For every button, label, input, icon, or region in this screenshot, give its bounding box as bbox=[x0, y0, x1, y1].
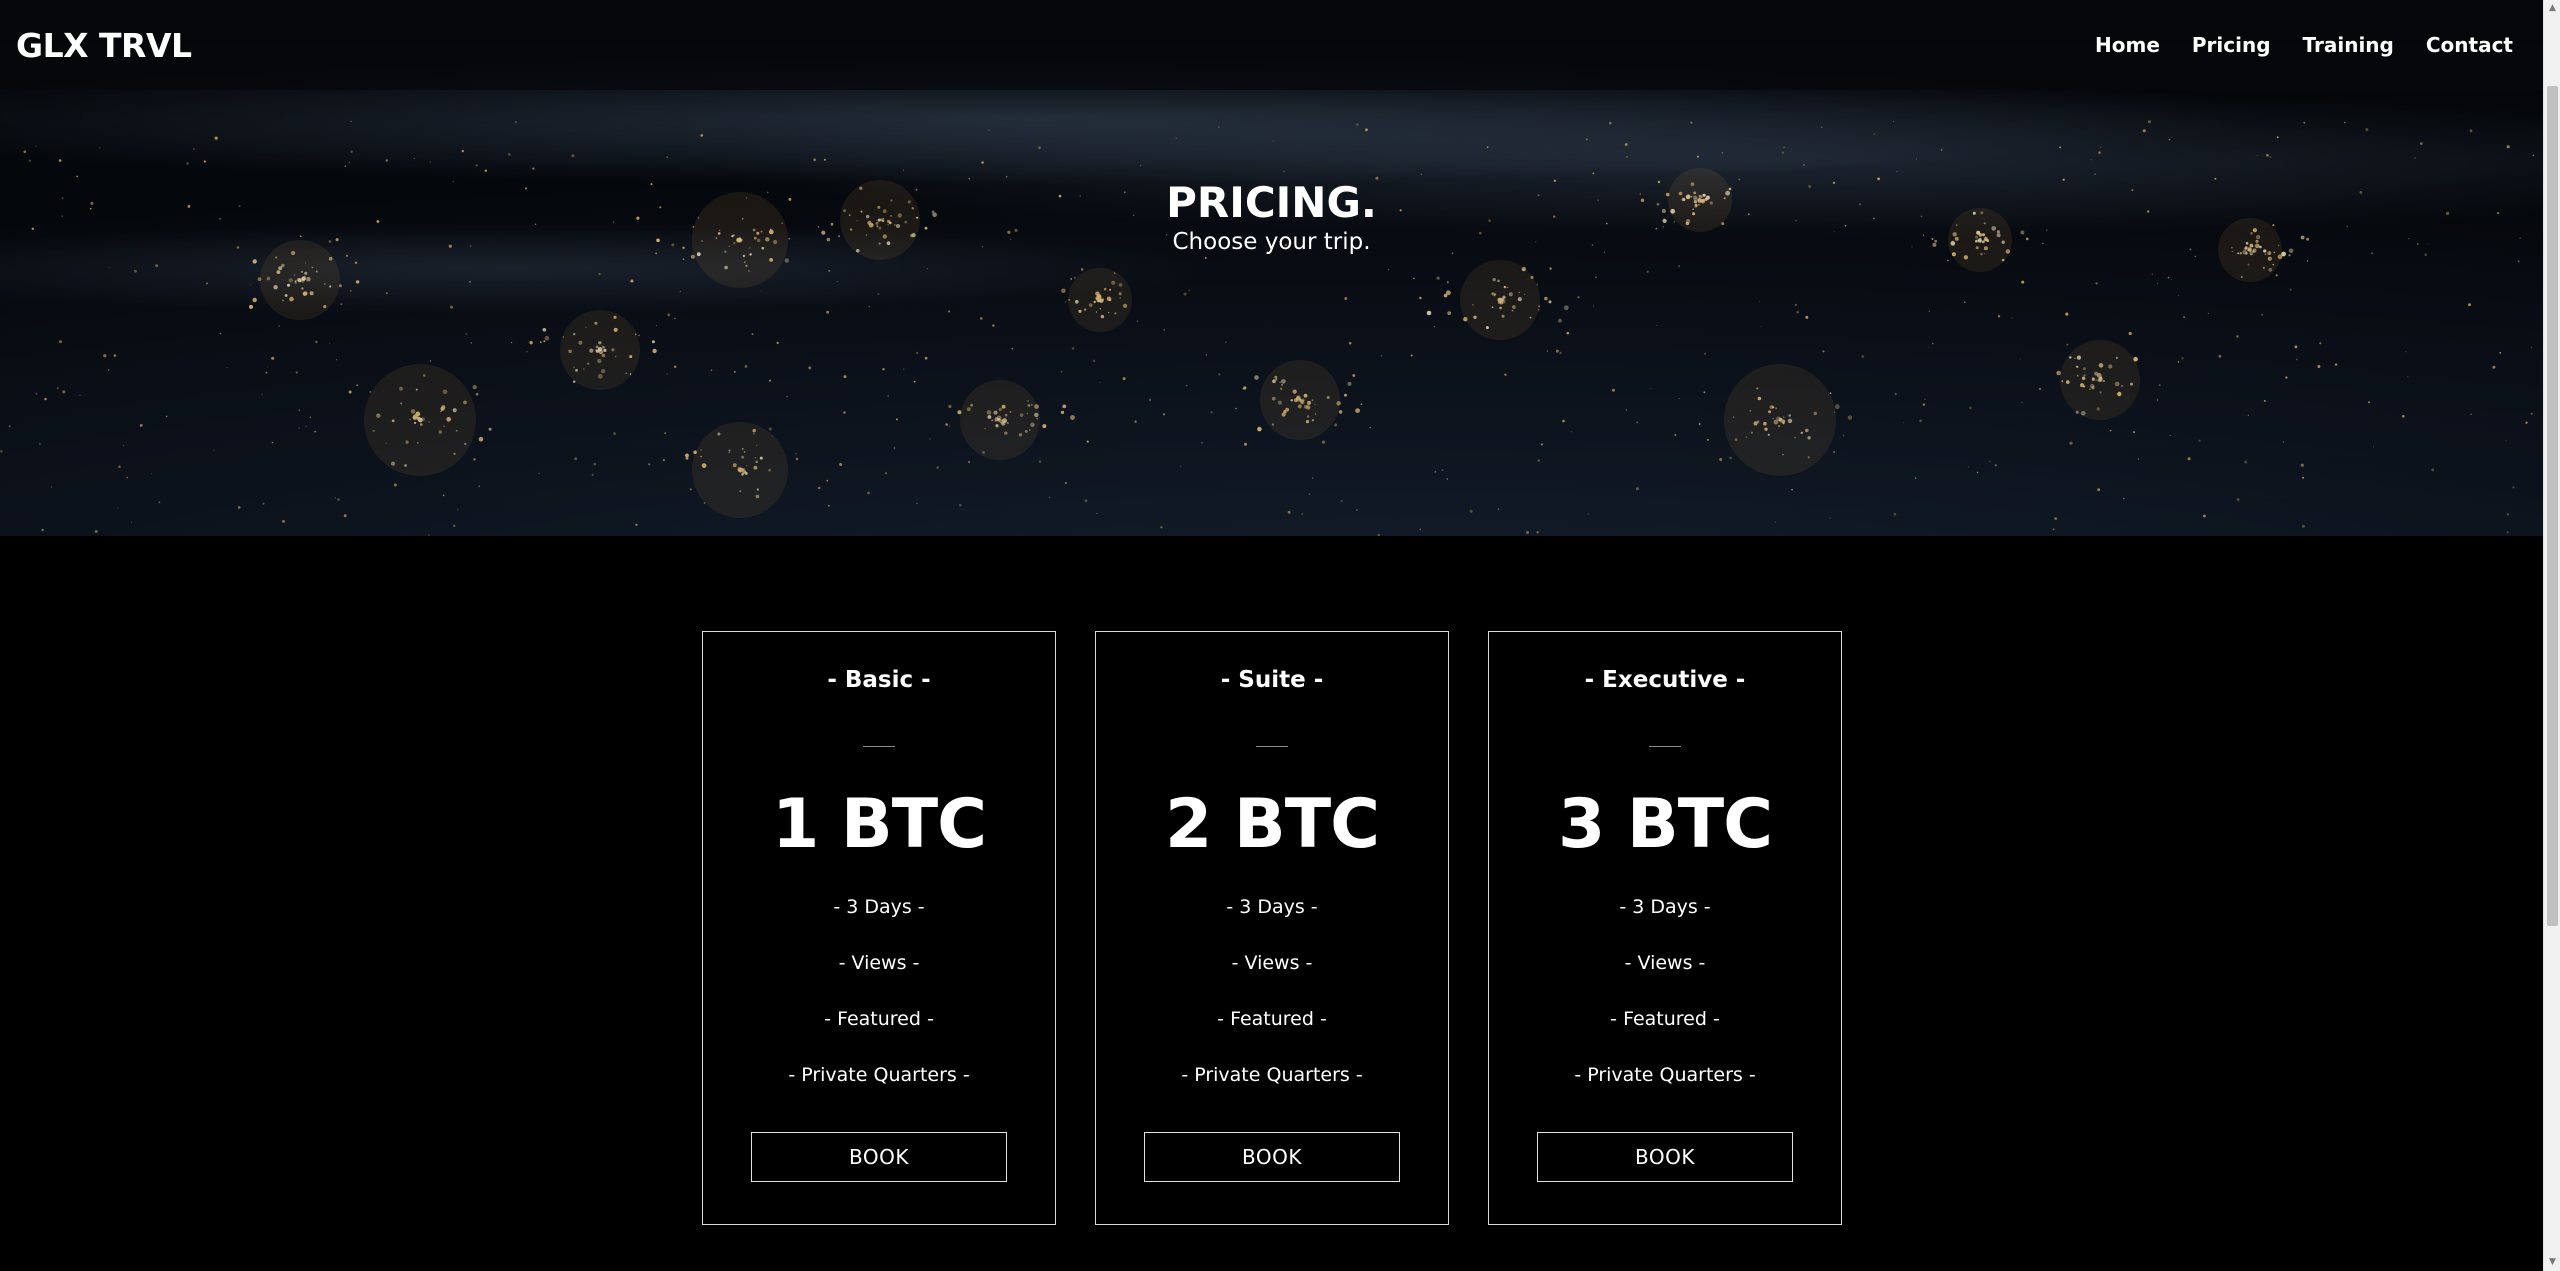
plan-price: 3 BTC bbox=[1557, 785, 1773, 864]
pricing-card-suite: - Suite - 2 BTC - 3 Days - - Views - - F… bbox=[1095, 631, 1449, 1225]
main-nav: Home Pricing Training Contact bbox=[2095, 33, 2513, 57]
feature-item: - 3 Days - bbox=[833, 896, 925, 918]
feature-item: - Views - bbox=[1231, 952, 1313, 974]
feature-item: - Private Quarters - bbox=[1181, 1064, 1363, 1086]
feature-item: - Views - bbox=[838, 952, 920, 974]
page: PRICING. Choose your trip. GLX TRVL Home… bbox=[0, 0, 2560, 1271]
book-suite-button[interactable]: BOOK bbox=[1144, 1132, 1400, 1182]
pricing-card-executive: - Executive - 3 BTC - 3 Days - - Views -… bbox=[1488, 631, 1842, 1225]
plan-name: - Executive - bbox=[1584, 667, 1746, 693]
feature-item: - Views - bbox=[1624, 952, 1706, 974]
plan-price: 1 BTC bbox=[771, 785, 987, 864]
divider bbox=[1649, 746, 1681, 747]
nav-pricing-link[interactable]: Pricing bbox=[2192, 33, 2271, 57]
divider bbox=[863, 746, 895, 747]
nav-home-link[interactable]: Home bbox=[2095, 33, 2160, 57]
page-subtitle: Choose your trip. bbox=[1172, 229, 1371, 255]
plan-name: - Suite - bbox=[1220, 667, 1324, 693]
vertical-scrollbar[interactable]: ▲ ▼ bbox=[2543, 0, 2560, 1271]
page-title: PRICING. bbox=[1166, 178, 1377, 227]
brand-logo[interactable]: GLX TRVL bbox=[16, 26, 192, 65]
hero-heading-block: PRICING. Choose your trip. bbox=[0, 178, 2543, 255]
feature-item: - Private Quarters - bbox=[1574, 1064, 1756, 1086]
divider bbox=[1256, 746, 1288, 747]
feature-item: - Featured - bbox=[824, 1008, 934, 1030]
feature-item: - Featured - bbox=[1217, 1008, 1327, 1030]
feature-list: - 3 Days - - Views - - Featured - - Priv… bbox=[1574, 895, 1755, 1119]
pricing-section: - Basic - 1 BTC - 3 Days - - Views - - F… bbox=[702, 631, 1842, 1225]
feature-list: - 3 Days - - Views - - Featured - - Priv… bbox=[1181, 895, 1362, 1119]
feature-list: - 3 Days - - Views - - Featured - - Priv… bbox=[788, 895, 969, 1119]
pricing-card-basic: - Basic - 1 BTC - 3 Days - - Views - - F… bbox=[702, 631, 1056, 1225]
scrollbar-thumb[interactable] bbox=[2547, 86, 2558, 926]
book-executive-button[interactable]: BOOK bbox=[1537, 1132, 1793, 1182]
scroll-down-arrow-icon[interactable]: ▼ bbox=[2544, 1254, 2560, 1271]
nav-contact-link[interactable]: Contact bbox=[2426, 33, 2513, 57]
plan-name: - Basic - bbox=[827, 667, 931, 693]
navbar: GLX TRVL Home Pricing Training Contact bbox=[0, 0, 2543, 90]
plan-price: 2 BTC bbox=[1164, 785, 1380, 864]
scroll-up-arrow-icon[interactable]: ▲ bbox=[2544, 0, 2560, 17]
nav-training-link[interactable]: Training bbox=[2303, 33, 2394, 57]
book-basic-button[interactable]: BOOK bbox=[751, 1132, 1007, 1182]
feature-item: - 3 Days - bbox=[1226, 896, 1318, 918]
feature-item: - Featured - bbox=[1610, 1008, 1720, 1030]
feature-item: - Private Quarters - bbox=[788, 1064, 970, 1086]
feature-item: - 3 Days - bbox=[1619, 896, 1711, 918]
